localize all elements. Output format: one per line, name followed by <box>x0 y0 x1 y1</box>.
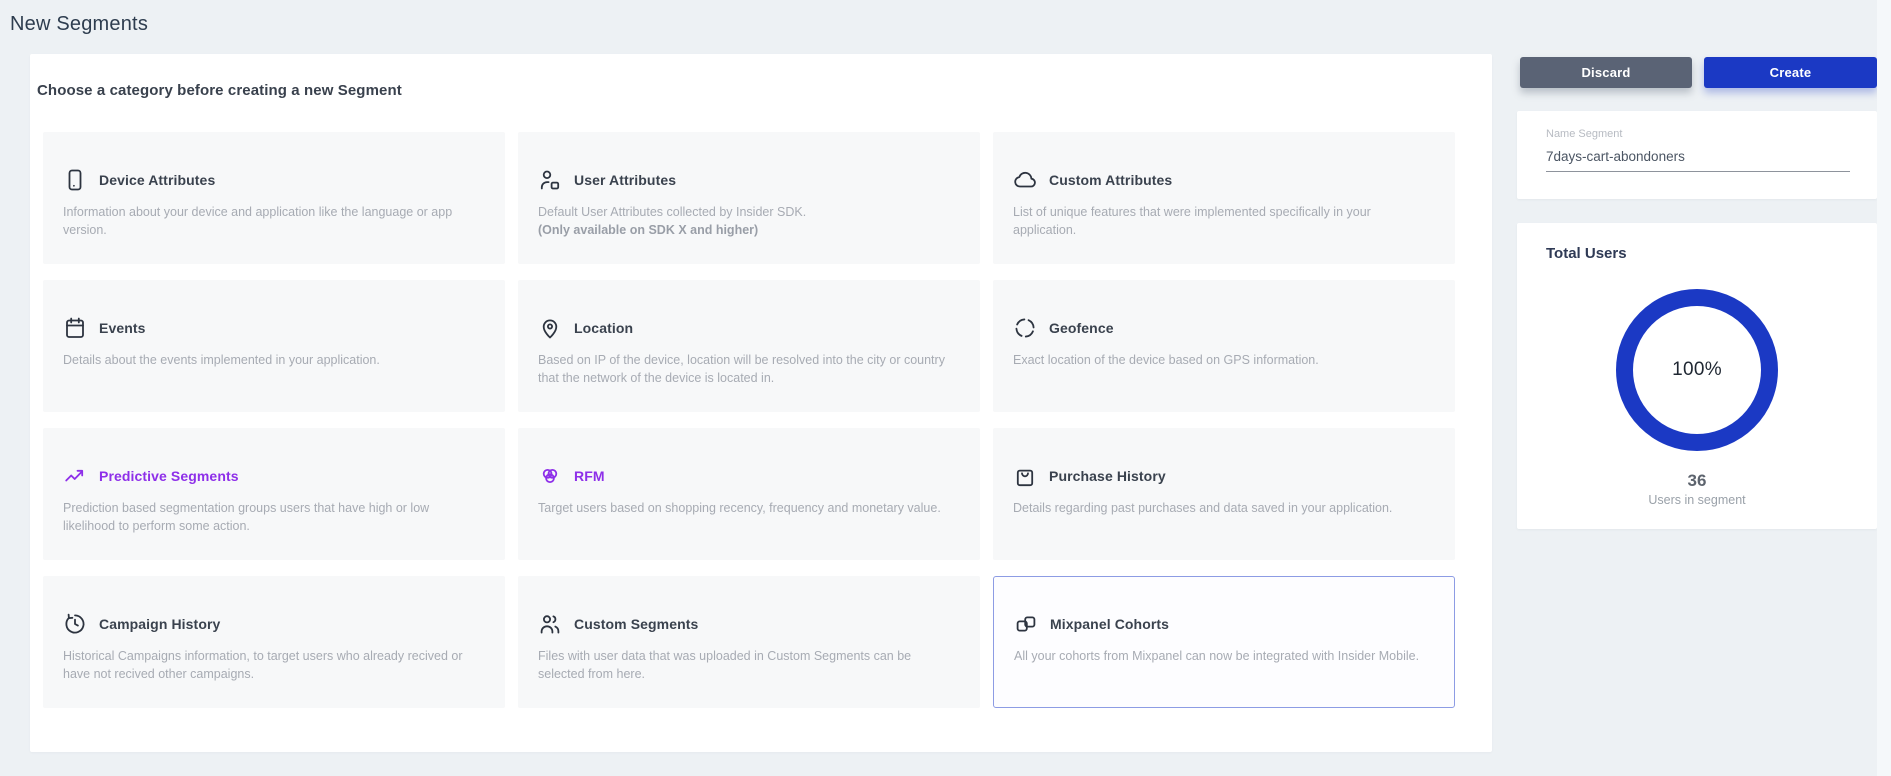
category-card-campaign-history[interactable]: Campaign History Historical Campaigns in… <box>43 576 505 708</box>
calendar-icon <box>63 316 87 340</box>
category-card-custom-segments[interactable]: Custom Segments Files with user data tha… <box>518 576 980 708</box>
category-card-label: Campaign History <box>99 616 220 632</box>
category-card-label: Device Attributes <box>99 172 215 188</box>
category-card-description: List of unique features that were implem… <box>1013 204 1429 239</box>
users-count: 36 <box>1517 471 1877 491</box>
category-card-head: Mixpanel Cohorts <box>1014 612 1428 636</box>
name-segment-card: Name Segment <box>1517 111 1877 199</box>
category-card-description: Default User Attributes collected by Ins… <box>538 204 954 222</box>
history-clock-icon <box>63 612 87 636</box>
user-device-icon <box>538 168 562 192</box>
page-title: New Segments <box>10 13 148 36</box>
discard-button[interactable]: Discard <box>1520 57 1692 88</box>
integration-link-icon <box>1014 612 1038 636</box>
category-card-location[interactable]: Location Based on IP of the device, loca… <box>518 280 980 412</box>
category-card-head: Campaign History <box>63 612 479 636</box>
category-card-description: Details about the events implemented in … <box>63 352 479 370</box>
category-card-description: Files with user data that was uploaded i… <box>538 648 954 683</box>
category-card-head: User Attributes <box>538 168 954 192</box>
category-card-head: Custom Segments <box>538 612 954 636</box>
category-card-predictive-segments[interactable]: Predictive Segments Prediction based seg… <box>43 428 505 560</box>
category-card-description: Exact location of the device based on GP… <box>1013 352 1429 370</box>
category-card-label: Custom Segments <box>574 616 698 632</box>
category-card-description: Target users based on shopping recency, … <box>538 500 954 518</box>
category-card-rfm[interactable]: RFM Target users based on shopping recen… <box>518 428 980 560</box>
category-panel: Choose a category before creating a new … <box>30 54 1492 752</box>
total-users-donut-chart: 100% <box>1616 289 1778 451</box>
category-card-label: User Attributes <box>574 172 676 188</box>
scrollbar-track[interactable] <box>1877 0 1891 776</box>
category-card-head: Location <box>538 316 954 340</box>
category-card-label: Mixpanel Cohorts <box>1050 616 1169 632</box>
category-card-head: RFM <box>538 464 954 488</box>
category-card-label: Custom Attributes <box>1049 172 1172 188</box>
name-segment-label: Name Segment <box>1546 128 1622 140</box>
category-card-description: Historical Campaigns information, to tar… <box>63 648 479 683</box>
category-card-custom-attributes[interactable]: Custom Attributes List of unique feature… <box>993 132 1455 264</box>
venn-icon <box>538 464 562 488</box>
category-card-description: Details regarding past purchases and dat… <box>1013 500 1429 518</box>
category-card-head: Purchase History <box>1013 464 1429 488</box>
category-card-description: Information about your device and applic… <box>63 204 479 239</box>
category-card-device-attributes[interactable]: Device Attributes Information about your… <box>43 132 505 264</box>
category-card-description: All your cohorts from Mixpanel can now b… <box>1014 648 1428 666</box>
create-button[interactable]: Create <box>1704 57 1877 88</box>
geofence-icon <box>1013 316 1037 340</box>
category-card-mixpanel-cohorts[interactable]: Mixpanel Cohorts All your cohorts from M… <box>993 576 1455 708</box>
users-count-caption: Users in segment <box>1517 493 1877 507</box>
category-card-geofence[interactable]: Geofence Exact location of the device ba… <box>993 280 1455 412</box>
category-card-description-note: (Only available on SDK X and higher) <box>538 222 954 240</box>
category-card-events[interactable]: Events Details about the events implemen… <box>43 280 505 412</box>
category-card-label: RFM <box>574 468 605 484</box>
category-card-purchase-history[interactable]: Purchase History Details regarding past … <box>993 428 1455 560</box>
cloud-icon <box>1013 168 1037 192</box>
category-card-head: Predictive Segments <box>63 464 479 488</box>
category-card-label: Predictive Segments <box>99 468 239 484</box>
category-grid: Device Attributes Information about your… <box>43 132 1479 708</box>
category-card-label: Location <box>574 320 633 336</box>
trend-up-icon <box>63 464 87 488</box>
category-card-head: Geofence <box>1013 316 1429 340</box>
category-card-label: Purchase History <box>1049 468 1166 484</box>
smartphone-icon <box>63 168 87 192</box>
panel-heading: Choose a category before creating a new … <box>37 82 1492 99</box>
map-pin-icon <box>538 316 562 340</box>
category-card-description: Prediction based segmentation groups use… <box>63 500 479 535</box>
category-card-label: Events <box>99 320 146 336</box>
category-card-head: Custom Attributes <box>1013 168 1429 192</box>
category-card-head: Device Attributes <box>63 168 479 192</box>
category-card-head: Events <box>63 316 479 340</box>
category-card-user-attributes[interactable]: User Attributes Default User Attributes … <box>518 132 980 264</box>
name-segment-input[interactable] <box>1546 145 1850 172</box>
total-users-card: Total Users 100% 36 Users in segment <box>1517 223 1877 529</box>
category-card-description: Based on IP of the device, location will… <box>538 352 954 387</box>
total-users-title: Total Users <box>1546 245 1627 262</box>
donut-percent-label: 100% <box>1672 359 1722 381</box>
users-icon <box>538 612 562 636</box>
category-card-label: Geofence <box>1049 320 1114 336</box>
shopping-bag-icon <box>1013 464 1037 488</box>
